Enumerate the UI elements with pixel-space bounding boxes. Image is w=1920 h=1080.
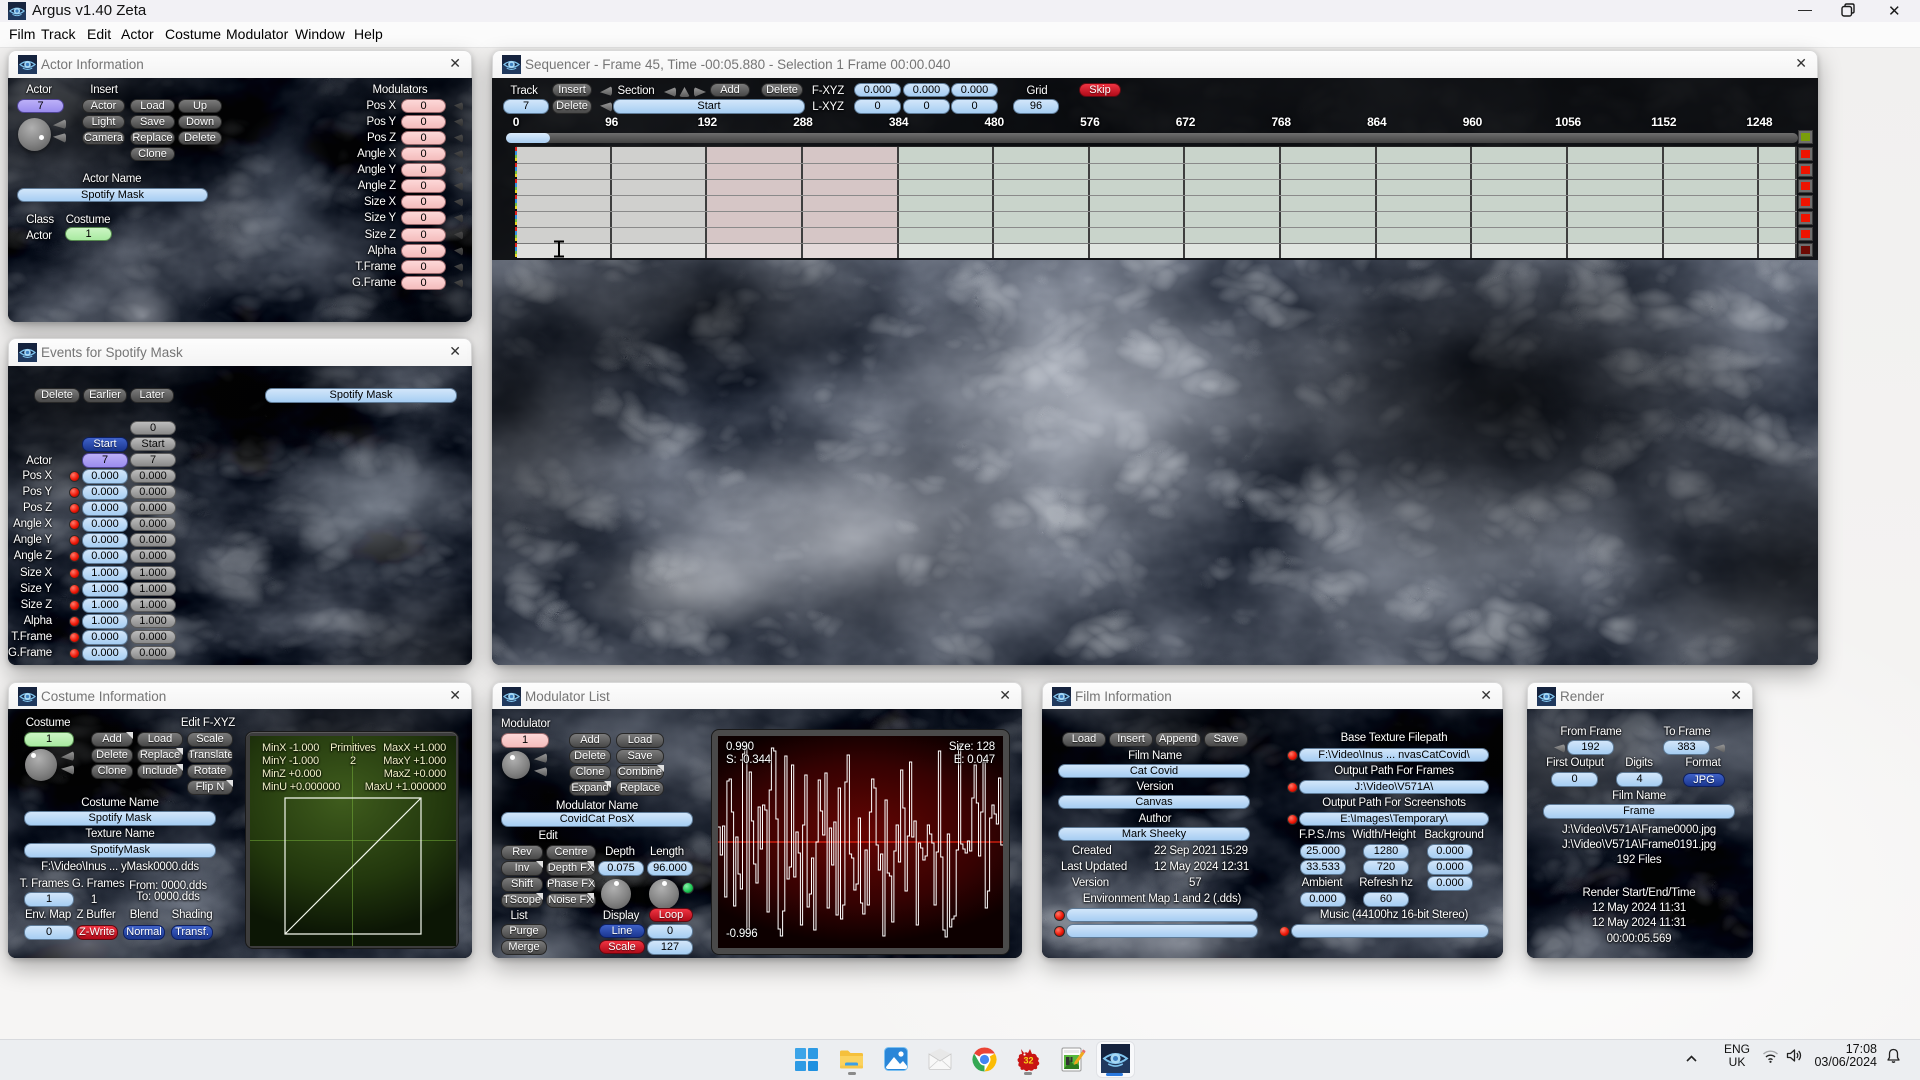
svg-text:32: 32 [1023,1056,1033,1066]
